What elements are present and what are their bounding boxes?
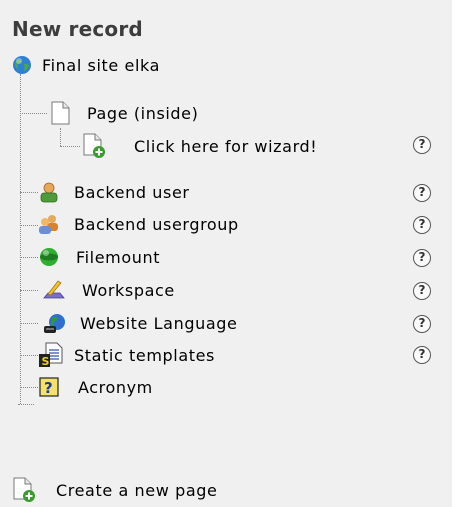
tree-line [20,113,47,114]
panel-title: New record [12,17,143,41]
create-new-page-link[interactable]: Create a new page [12,475,217,505]
tree-root: Final site elka [12,50,160,80]
svg-text:?: ? [44,379,53,397]
static-templates-icon: S [38,342,64,368]
svg-text:S: S [42,355,51,368]
page-icon [49,101,71,125]
workspace-icon [42,278,66,302]
tree-line [60,146,80,147]
filemount-icon [38,246,60,268]
new-page-icon [82,133,106,159]
tree-item-label[interactable]: Workspace [82,281,175,300]
tree-line [20,290,38,291]
tree-line [18,404,34,405]
acronym-icon: ? [38,376,60,398]
new-record-panel: New record Final site elka Page (inside)… [0,0,452,507]
tree-item-label[interactable]: Static templates [74,346,215,365]
tree-line [20,323,38,324]
tree-item-static-templates[interactable]: S Static templates [38,340,215,370]
tree-item-filemount[interactable]: Filemount [38,242,160,272]
help-icon[interactable]: ? [413,346,431,364]
tree-line [20,192,38,193]
tree-line [60,128,61,146]
tree-item-label[interactable]: Backend usergroup [74,215,239,234]
wizard-link-label[interactable]: Click here for wizard! [134,137,317,156]
tree-item-label[interactable]: Website Language [80,314,237,333]
tree-root-label: Final site elka [42,55,161,75]
tree-line [20,257,38,258]
help-icon[interactable]: ? [413,216,431,234]
tree-item-label[interactable]: Acronym [78,378,153,397]
tree-item-website-language[interactable]: Website Language [42,308,237,338]
help-icon[interactable]: ? [413,184,431,202]
new-page-icon [12,477,36,503]
tree-item-label[interactable]: Filemount [76,248,160,267]
tree-line [20,355,38,356]
help-icon[interactable]: ? [413,136,431,154]
language-icon [42,311,66,335]
tree-item-label[interactable]: Backend user [74,183,190,202]
globe-icon [12,55,32,75]
help-icon[interactable]: ? [413,315,431,333]
tree-line [20,225,38,226]
help-icon[interactable]: ? [413,282,431,300]
tree-item-workspace[interactable]: Workspace [42,275,175,305]
tree-item-backend-user[interactable]: Backend user [38,177,190,207]
tree-line [20,387,38,388]
tree-item-label: Page (inside) [87,103,199,123]
help-icon[interactable]: ? [413,249,431,267]
tree-item-page-inside: Page (inside) [49,98,198,128]
tree-item-backend-usergroup[interactable]: Backend usergroup [38,209,239,239]
usergroup-icon [38,213,60,235]
create-new-page-label[interactable]: Create a new page [56,481,217,500]
user-icon [38,181,60,203]
wizard-link[interactable]: Click here for wizard! [82,131,317,161]
tree-item-acronym[interactable]: ? Acronym [38,372,153,402]
